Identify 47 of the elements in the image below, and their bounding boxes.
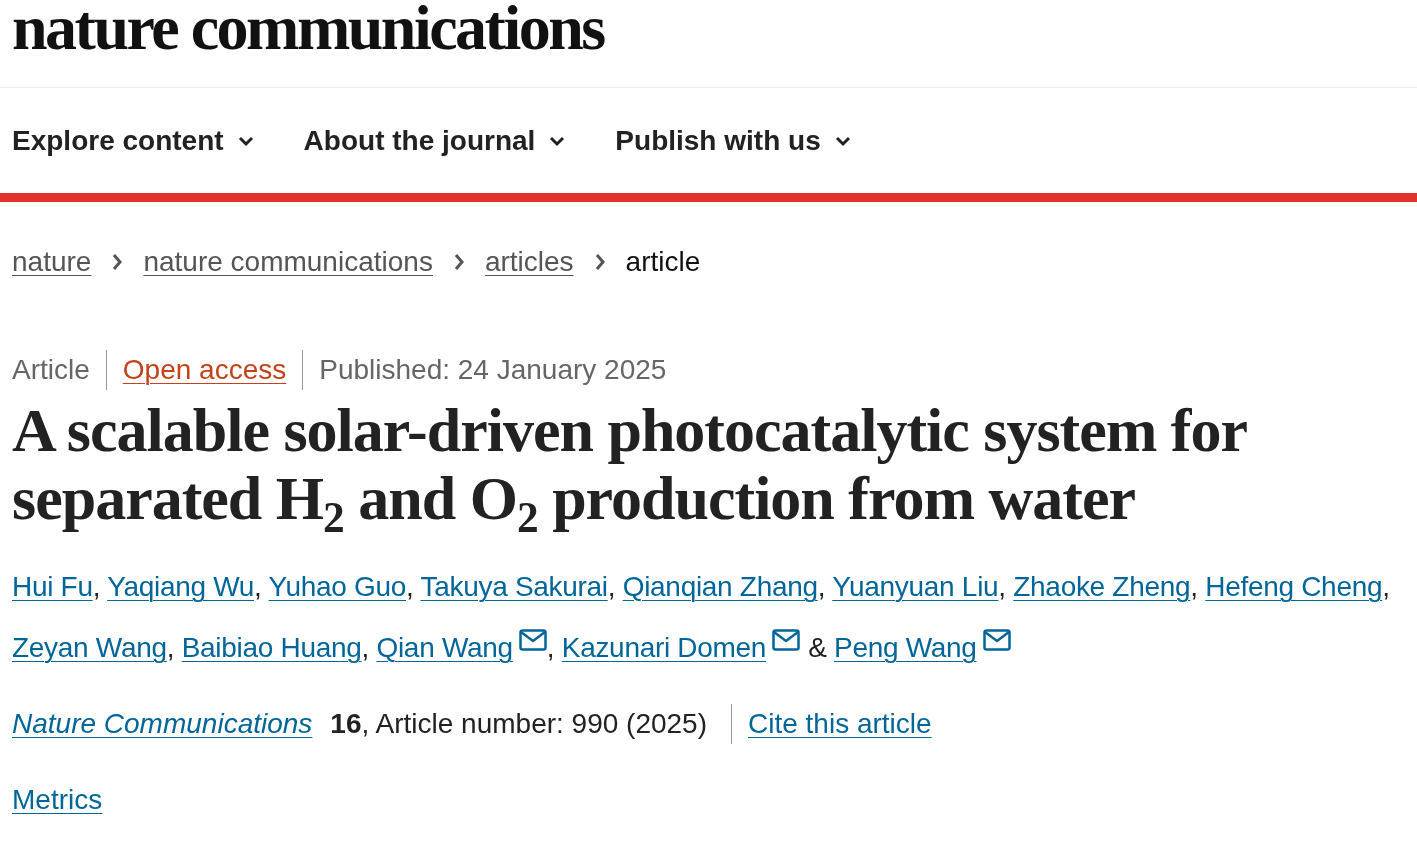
author-link[interactable]: Kazunari Domen [561, 632, 767, 663]
author-link[interactable]: Zhaoke Zheng [1013, 571, 1191, 602]
author-separator: , [92, 571, 101, 602]
cite-link[interactable]: Cite this article [748, 704, 932, 744]
nav-menu-button[interactable]: Publish with us [615, 124, 851, 157]
publish-date: Published: 24 January 2025 [302, 350, 683, 390]
nav-menu-button[interactable]: Explore content [12, 124, 254, 157]
author-link[interactable]: Zeyan Wang [12, 632, 167, 663]
author-link[interactable]: Takuya Sakurai [420, 571, 608, 602]
author-separator: , [1382, 571, 1390, 602]
author-separator: & [808, 632, 827, 663]
author-separator: , [1190, 571, 1198, 602]
breadcrumb-link[interactable]: articles [484, 244, 574, 280]
breadcrumb-link[interactable]: nature communications [143, 244, 433, 280]
author-separator: , [406, 571, 414, 602]
chevron-down-icon [237, 134, 254, 147]
author-separator: , [998, 571, 1006, 602]
citation-details: 16, Article number: 990 (2025) [330, 704, 732, 744]
chevron-right-icon [452, 253, 465, 271]
author-separator: , [546, 632, 555, 663]
article-type: Article [12, 353, 91, 387]
author-link[interactable]: Hefeng Cheng [1205, 571, 1383, 602]
author-link[interactable]: Qian Wang [376, 632, 513, 663]
metrics-link[interactable]: Metrics [12, 780, 103, 820]
nav-menu-button[interactable]: About the journal [303, 124, 566, 157]
chevron-down-icon [834, 134, 851, 147]
journal-link[interactable]: Nature Communications [12, 704, 313, 744]
author-separator: , [254, 571, 262, 602]
chevron-down-icon [549, 134, 566, 147]
open-access-link[interactable]: Open access [105, 350, 287, 390]
author-link[interactable]: Yuanyuan Liu [832, 571, 999, 602]
author-link[interactable]: Yaqiang Wu [107, 571, 255, 602]
author-link[interactable]: Qianqian Zhang [622, 571, 818, 602]
author-link[interactable]: Baibiao Huang [181, 632, 362, 663]
author-link[interactable]: Yuhao Guo [268, 571, 406, 602]
author-separator: , [817, 571, 826, 602]
author-separator: , [607, 571, 616, 602]
chevron-right-icon [593, 253, 606, 271]
author-link[interactable]: Peng Wang [834, 632, 977, 663]
author-link[interactable]: Hui Fu [12, 571, 93, 602]
author-separator: , [361, 632, 369, 663]
article-title: A scalable solar-driven photocatalytic system for separated H$_{2}$ and O$_{2}$ production from water [12, 396, 1248, 532]
author-separator: , [166, 632, 175, 663]
journal-logo[interactable]: nature communications [12, 0, 604, 56]
chevron-right-icon [111, 253, 124, 271]
breadcrumb-link[interactable]: nature [12, 244, 92, 280]
breadcrumb-current: article [625, 245, 701, 279]
